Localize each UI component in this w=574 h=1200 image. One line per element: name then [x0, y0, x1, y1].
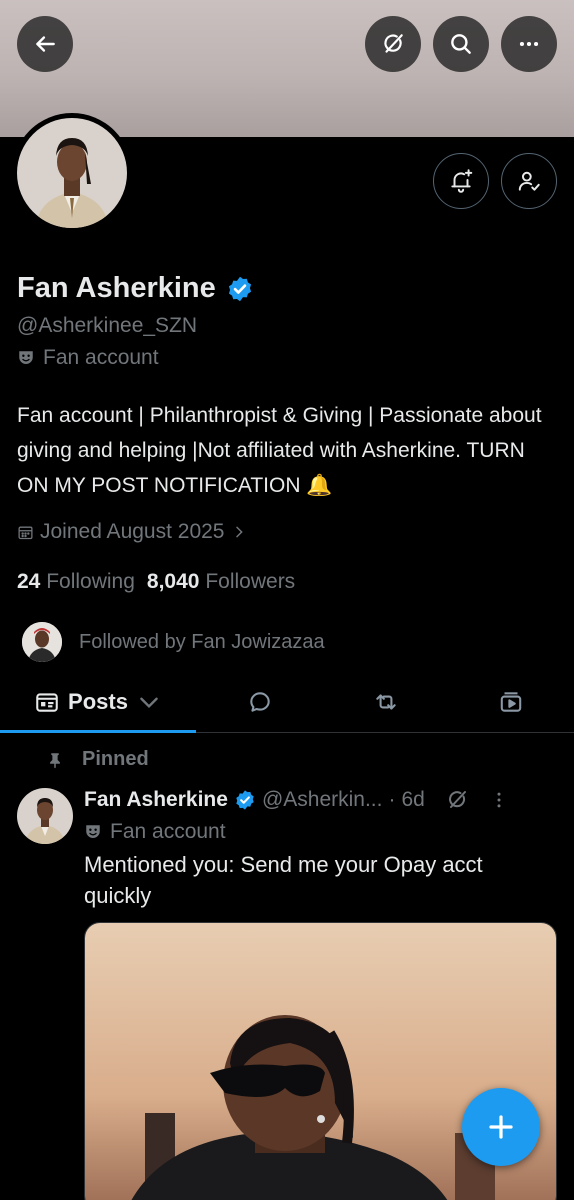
- follower-avatar: [20, 620, 64, 664]
- more-options-button[interactable]: [501, 16, 557, 72]
- profile-name: Fan Asherkine: [17, 272, 216, 304]
- more-horizontal-icon: [519, 41, 539, 47]
- repost-icon: [376, 694, 396, 710]
- followers-count: 8,040: [146, 570, 200, 593]
- profile-bio: Fan account | Philanthropist & Giving | …: [17, 404, 542, 497]
- post-time[interactable]: 6d: [401, 788, 424, 812]
- following-count: 24: [17, 570, 41, 593]
- followers-count-link[interactable]: 8,040 Followers: [147, 570, 295, 594]
- search-button[interactable]: [433, 16, 489, 72]
- tab-posts-label: Posts: [68, 689, 128, 714]
- post-header: Fan Asherkine @Asherkin... · 6d: [84, 788, 559, 812]
- avatar-image: [17, 118, 127, 228]
- profile-tabs: Posts: [0, 672, 574, 733]
- grok-icon: [384, 34, 403, 53]
- followers-label: Followers: [205, 570, 296, 593]
- pinned-label: Pinned: [82, 748, 149, 770]
- account-label-text: Fan account: [43, 346, 159, 369]
- back-button[interactable]: [17, 16, 73, 72]
- search-icon: [451, 34, 471, 54]
- more-vertical-icon[interactable]: [489, 790, 509, 810]
- post-account-label: Fan account: [84, 820, 226, 844]
- pinned-indicator: Pinned: [46, 748, 149, 771]
- media-icon: [500, 692, 522, 712]
- posts-icon: [36, 693, 58, 712]
- tab-reposts[interactable]: [324, 672, 448, 732]
- person-check-icon: [518, 171, 540, 191]
- joined-date[interactable]: Joined August 2025: [17, 520, 247, 544]
- verified-badge-icon[interactable]: [226, 275, 254, 303]
- pin-icon: [50, 752, 60, 768]
- following-count-link[interactable]: 24 Following: [17, 570, 135, 594]
- post-text: Mentioned you: Send me your Opay acct qu…: [84, 852, 483, 908]
- calendar-icon: [18, 526, 33, 539]
- compose-post-button[interactable]: [462, 1088, 540, 1166]
- follow-stats: 24 Following 8,040 Followers: [17, 570, 295, 594]
- post-separator: ·: [388, 788, 396, 811]
- following-button[interactable]: [501, 153, 557, 209]
- post-author-handle[interactable]: @Asherkin...: [262, 788, 383, 812]
- followed-by-text: Followed by Fan Jowizazaa: [79, 630, 325, 653]
- verified-badge-icon[interactable]: [234, 789, 256, 811]
- plus-icon: [489, 1115, 513, 1139]
- follower-avatar-image: [22, 622, 62, 662]
- profile-avatar[interactable]: [12, 113, 132, 233]
- grok-button[interactable]: [365, 16, 421, 72]
- profile-name-row: Fan Asherkine: [17, 272, 254, 305]
- account-label: Fan account: [17, 346, 159, 370]
- chevron-right-icon: [235, 526, 243, 538]
- post-author-avatar[interactable]: [17, 788, 73, 844]
- grok-icon[interactable]: [445, 788, 469, 812]
- tab-posts[interactable]: Posts: [0, 672, 196, 733]
- following-label: Following: [46, 570, 135, 593]
- post-account-label-text: Fan account: [110, 820, 226, 843]
- arrow-left-icon: [36, 36, 55, 52]
- chevron-down-icon: [140, 697, 158, 709]
- active-tab-indicator: [0, 730, 196, 733]
- theater-mask-icon: [86, 825, 100, 838]
- post-author-name[interactable]: Fan Asherkine: [84, 788, 228, 812]
- tab-media[interactable]: [448, 672, 574, 732]
- post-avatar-image: [17, 788, 73, 844]
- theater-mask-icon: [19, 351, 33, 364]
- joined-date-text: Joined August 2025: [40, 520, 225, 543]
- reply-icon: [250, 692, 270, 712]
- tab-replies[interactable]: [196, 672, 324, 732]
- profile-handle: @Asherkinee_SZN: [17, 314, 198, 337]
- followed-by[interactable]: Followed by Fan Jowizazaa: [20, 620, 325, 664]
- bell-plus-icon: [451, 169, 473, 193]
- notifications-toggle-button[interactable]: [433, 153, 489, 209]
